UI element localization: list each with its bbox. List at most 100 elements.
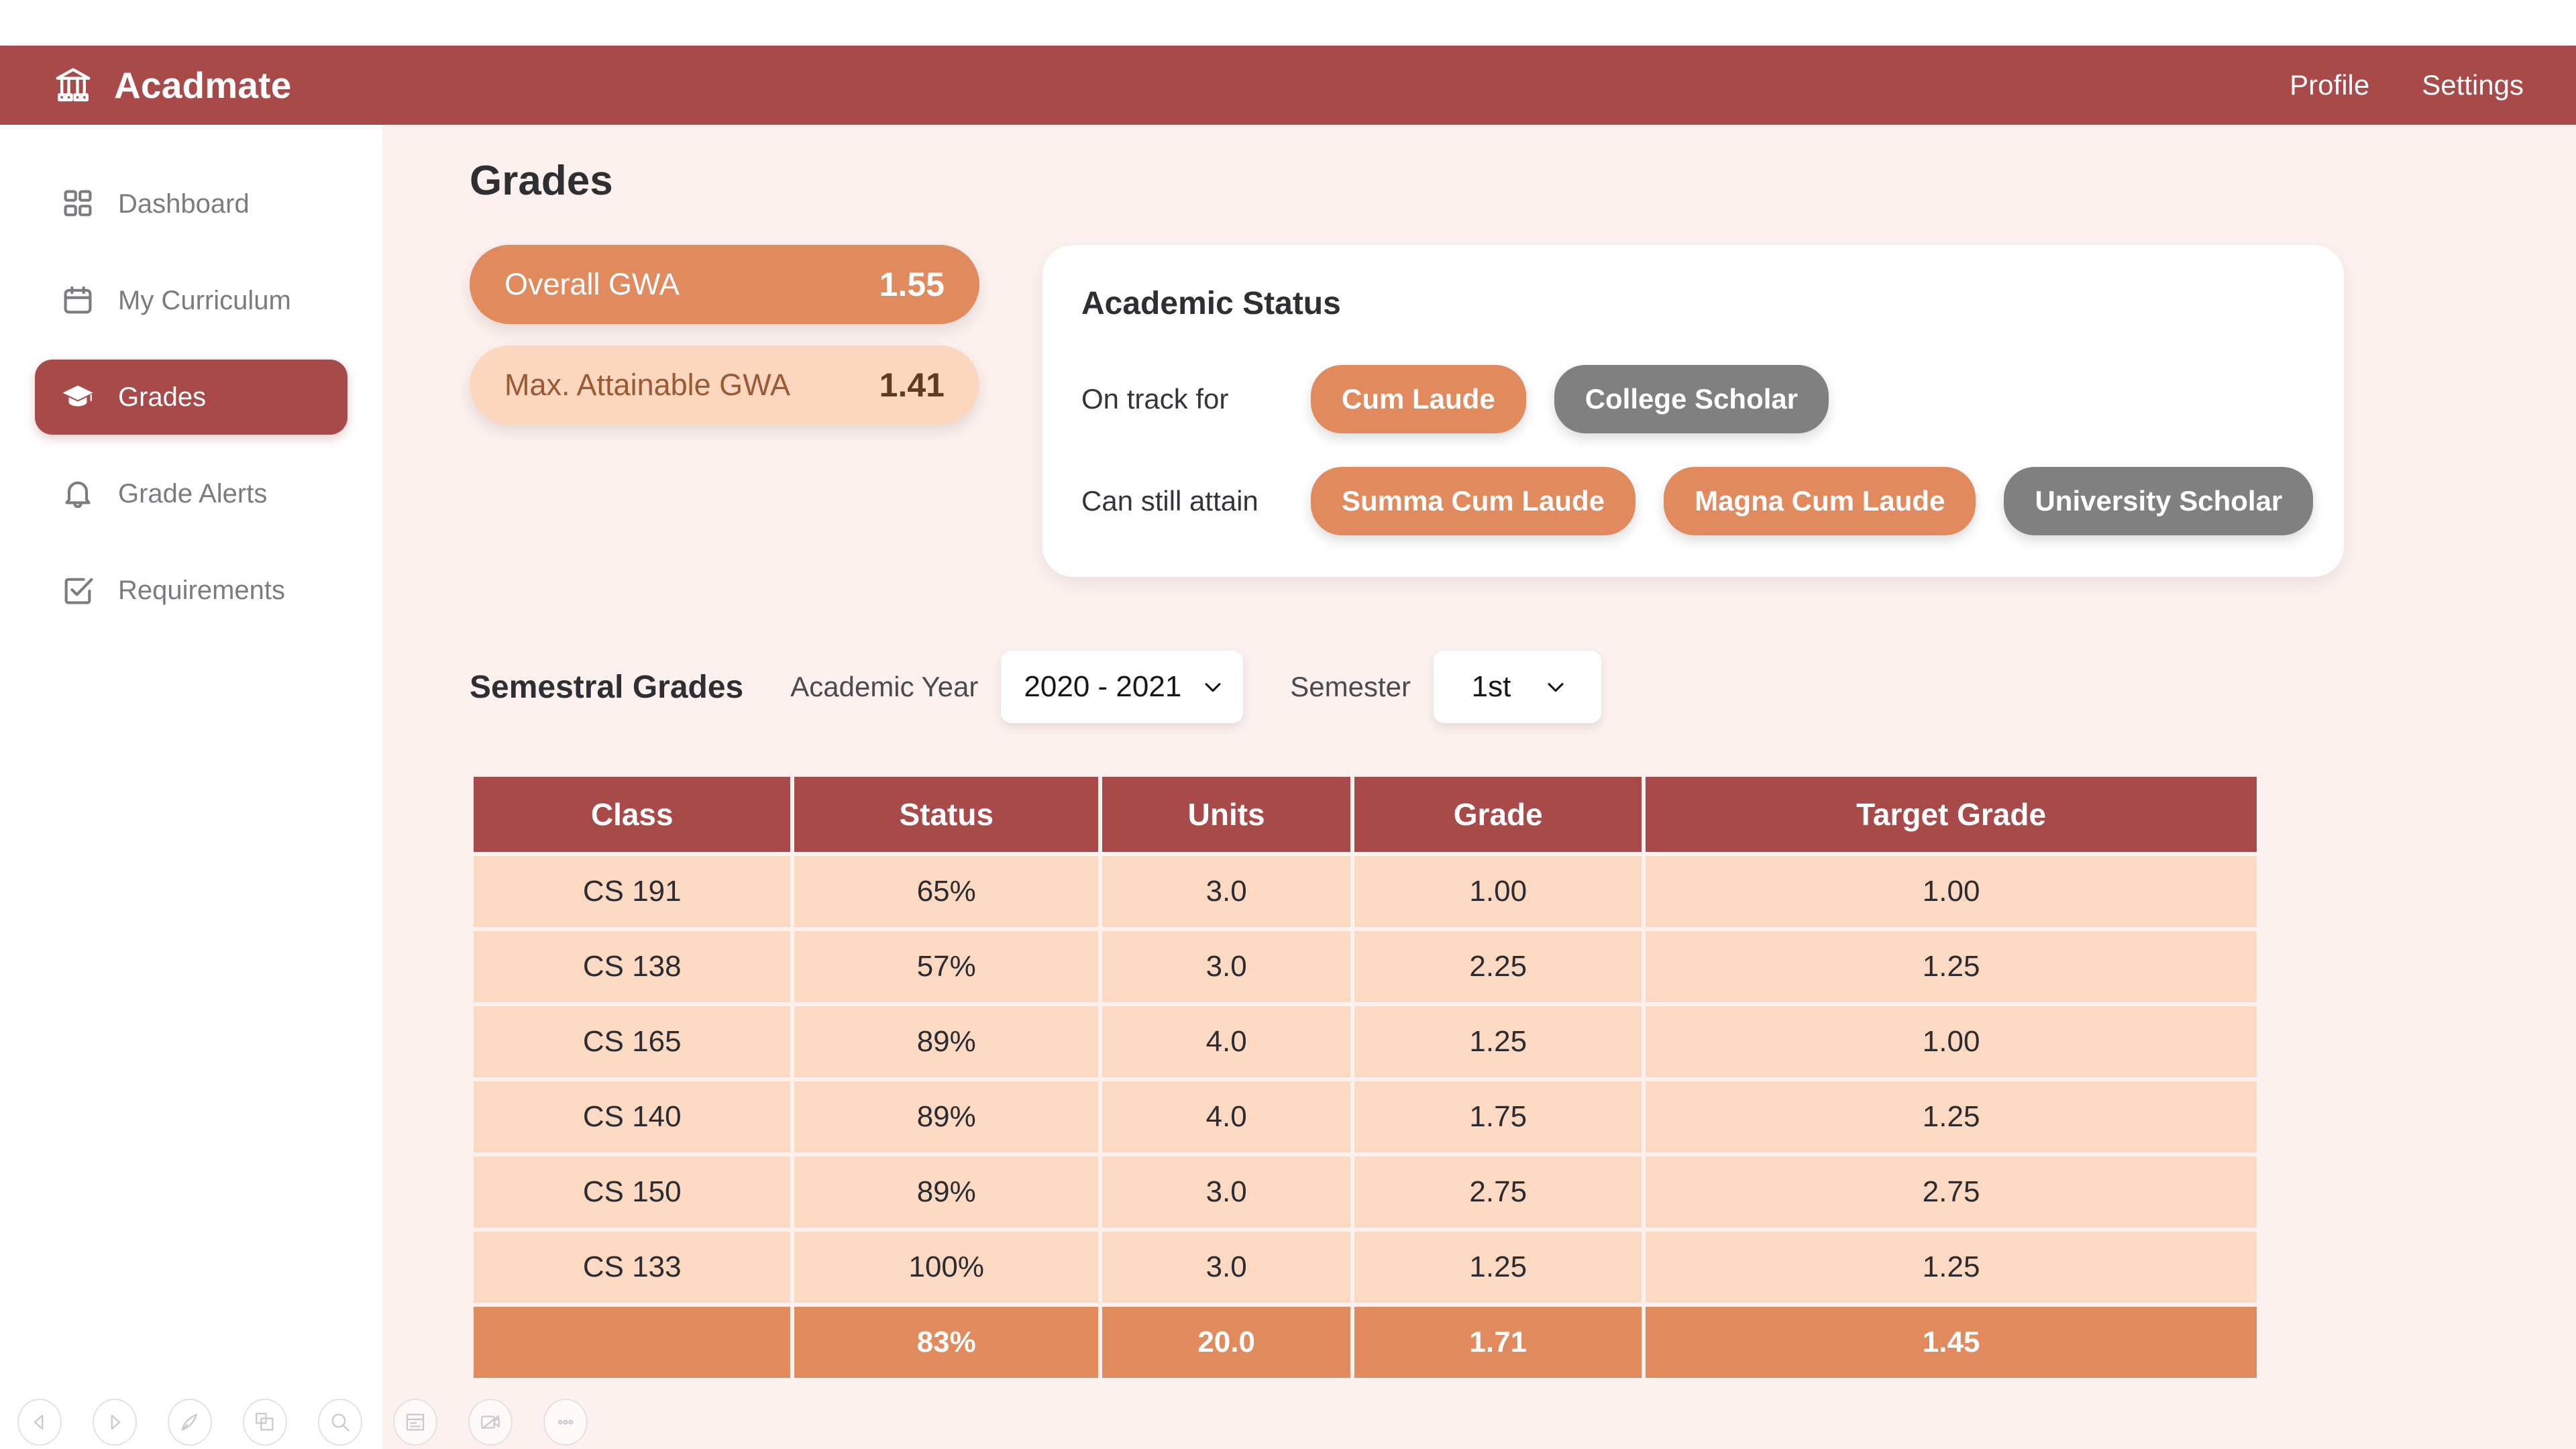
max-attainable-gwa-label: Max. Attainable GWA bbox=[504, 368, 791, 402]
table-row[interactable]: CS 191 65% 3.0 1.00 1.00 bbox=[474, 856, 2257, 927]
cell-target-grade: 2.75 bbox=[1646, 1157, 2257, 1228]
video-off-button[interactable] bbox=[468, 1399, 513, 1446]
page-title: Grades bbox=[470, 158, 613, 204]
cell-class: CS 165 bbox=[474, 1006, 791, 1077]
cell-class: CS 133 bbox=[474, 1232, 791, 1303]
cell-grade: 1.75 bbox=[1354, 1081, 1642, 1152]
column-header-units[interactable]: Units bbox=[1102, 777, 1351, 852]
summary-row: Overall GWA 1.55 Max. Attainable GWA 1.4… bbox=[470, 245, 2576, 577]
card-button[interactable] bbox=[393, 1399, 437, 1446]
academic-status-card: Academic Status On track for Cum Laude C… bbox=[1042, 245, 2344, 577]
cell-units: 4.0 bbox=[1102, 1006, 1351, 1077]
cell-units: 3.0 bbox=[1102, 1232, 1351, 1303]
app-window: Acadmate Profile Settings Dashboard My C… bbox=[0, 0, 2576, 1449]
sidebar-item-grade-alerts[interactable]: Grade Alerts bbox=[35, 456, 347, 531]
sidebar-item-requirements[interactable]: Requirements bbox=[35, 553, 347, 628]
academic-year-select[interactable]: 2020 - 2021 bbox=[1001, 651, 1244, 723]
gwa-card-stack: Overall GWA 1.55 Max. Attainable GWA 1.4… bbox=[470, 245, 979, 425]
column-header-status[interactable]: Status bbox=[794, 777, 1099, 852]
total-cell-target-grade: 1.45 bbox=[1646, 1307, 2257, 1378]
app-header: Acadmate Profile Settings bbox=[0, 46, 2576, 125]
overall-gwa-card: Overall GWA 1.55 bbox=[470, 245, 979, 324]
sidebar: Dashboard My Curriculum Grades Grade Ale… bbox=[0, 125, 382, 1449]
table-row[interactable]: CS 150 89% 3.0 2.75 2.75 bbox=[474, 1157, 2257, 1228]
semestral-controls: Semestral Grades Academic Year 2020 - 20… bbox=[470, 651, 2576, 723]
cell-units: 3.0 bbox=[1102, 1157, 1351, 1228]
graduation-cap-icon bbox=[62, 385, 93, 407]
calendar-icon bbox=[64, 286, 92, 314]
status-badge-cum-laude[interactable]: Cum Laude bbox=[1311, 365, 1526, 433]
sidebar-item-label: Requirements bbox=[118, 575, 286, 605]
cell-grade: 1.00 bbox=[1354, 856, 1642, 927]
status-badge-college-scholar[interactable]: College Scholar bbox=[1554, 365, 1829, 433]
cell-class: CS 138 bbox=[474, 931, 791, 1002]
brand-name: Acadmate bbox=[114, 64, 292, 106]
checklist-icon bbox=[64, 578, 93, 604]
on-track-label: On track for bbox=[1081, 383, 1229, 415]
column-header-target-grade[interactable]: Target Grade bbox=[1646, 777, 2257, 852]
column-header-grade[interactable]: Grade bbox=[1354, 777, 1642, 852]
back-icon bbox=[34, 1414, 44, 1430]
grades-table-body: CS 191 65% 3.0 1.00 1.00 CS 138 57% 3.0 … bbox=[474, 856, 2257, 1378]
nav-profile[interactable]: Profile bbox=[2290, 69, 2369, 101]
cell-units: 4.0 bbox=[1102, 1081, 1351, 1152]
back-button[interactable] bbox=[17, 1399, 62, 1446]
cell-target-grade: 1.00 bbox=[1646, 856, 2257, 927]
semester-select[interactable]: 1st bbox=[1434, 651, 1602, 723]
on-track-row: On track for Cum Laude College Scholar bbox=[1081, 365, 2305, 433]
copy-button[interactable] bbox=[243, 1399, 287, 1446]
cell-target-grade: 1.25 bbox=[1646, 1232, 2257, 1303]
column-header-class[interactable]: Class bbox=[474, 777, 791, 852]
status-badge-university-scholar[interactable]: University Scholar bbox=[2004, 467, 2314, 535]
semester-label: Semester bbox=[1290, 671, 1411, 702]
cell-grade: 2.75 bbox=[1354, 1157, 1642, 1228]
cell-grade: 1.25 bbox=[1354, 1232, 1642, 1303]
overall-gwa-label: Overall GWA bbox=[504, 267, 680, 301]
table-row[interactable]: CS 165 89% 4.0 1.25 1.00 bbox=[474, 1006, 2257, 1077]
status-badge-magna-cum-laude[interactable]: Magna Cum Laude bbox=[1664, 467, 1976, 535]
cell-status: 89% bbox=[794, 1157, 1099, 1228]
brand[interactable]: Acadmate bbox=[52, 64, 292, 107]
table-row[interactable]: CS 140 89% 4.0 1.75 1.25 bbox=[474, 1081, 2257, 1152]
cell-grade: 1.25 bbox=[1354, 1006, 1642, 1077]
sidebar-item-label: Grades bbox=[118, 382, 207, 412]
sidebar-item-label: Dashboard bbox=[118, 189, 250, 219]
more-button[interactable] bbox=[543, 1399, 588, 1446]
cell-status: 89% bbox=[794, 1081, 1099, 1152]
sidebar-item-grades[interactable]: Grades bbox=[35, 360, 347, 435]
cell-status: 57% bbox=[794, 931, 1099, 1002]
more-icon bbox=[557, 1419, 574, 1425]
search-icon bbox=[331, 1413, 350, 1432]
academic-status-title: Academic Status bbox=[1081, 286, 1341, 321]
top-nav: Profile Settings bbox=[2290, 69, 2524, 101]
cell-target-grade: 1.25 bbox=[1646, 1081, 2257, 1152]
bank-columns-icon bbox=[56, 68, 91, 102]
cell-status: 89% bbox=[794, 1006, 1099, 1077]
overall-gwa-value: 1.55 bbox=[879, 266, 945, 303]
status-badge-summa-cum-laude[interactable]: Summa Cum Laude bbox=[1311, 467, 1636, 535]
cell-status: 100% bbox=[794, 1232, 1099, 1303]
grades-table-head: Class Status Units Grade Target Grade bbox=[474, 777, 2257, 852]
on-track-chips: Cum Laude College Scholar bbox=[1311, 365, 1829, 433]
cell-class: CS 191 bbox=[474, 856, 791, 927]
sidebar-item-my-curriculum[interactable]: My Curriculum bbox=[35, 263, 347, 338]
search-button[interactable] bbox=[318, 1399, 362, 1446]
pen-button[interactable] bbox=[168, 1399, 212, 1446]
total-cell-units: 20.0 bbox=[1102, 1307, 1351, 1378]
copy-icon bbox=[256, 1413, 274, 1431]
sidebar-item-dashboard[interactable]: Dashboard bbox=[35, 166, 347, 241]
forward-icon bbox=[111, 1414, 121, 1430]
table-row[interactable]: CS 133 100% 3.0 1.25 1.25 bbox=[474, 1232, 2257, 1303]
cell-class: CS 150 bbox=[474, 1157, 791, 1228]
academic-year-value: 2020 - 2021 bbox=[1024, 670, 1182, 703]
table-row[interactable]: CS 138 57% 3.0 2.25 1.25 bbox=[474, 931, 2257, 1002]
forward-button[interactable] bbox=[93, 1399, 137, 1446]
main-content: Grades Overall GWA 1.55 Max. Attainable … bbox=[382, 125, 2576, 1449]
card-icon bbox=[406, 1413, 425, 1431]
total-cell-class bbox=[474, 1307, 791, 1378]
can-attain-label: Can still attain bbox=[1081, 485, 1258, 517]
cell-class: CS 140 bbox=[474, 1081, 791, 1152]
bell-icon bbox=[65, 481, 91, 508]
nav-settings[interactable]: Settings bbox=[2422, 69, 2524, 101]
cell-target-grade: 1.25 bbox=[1646, 931, 2257, 1002]
